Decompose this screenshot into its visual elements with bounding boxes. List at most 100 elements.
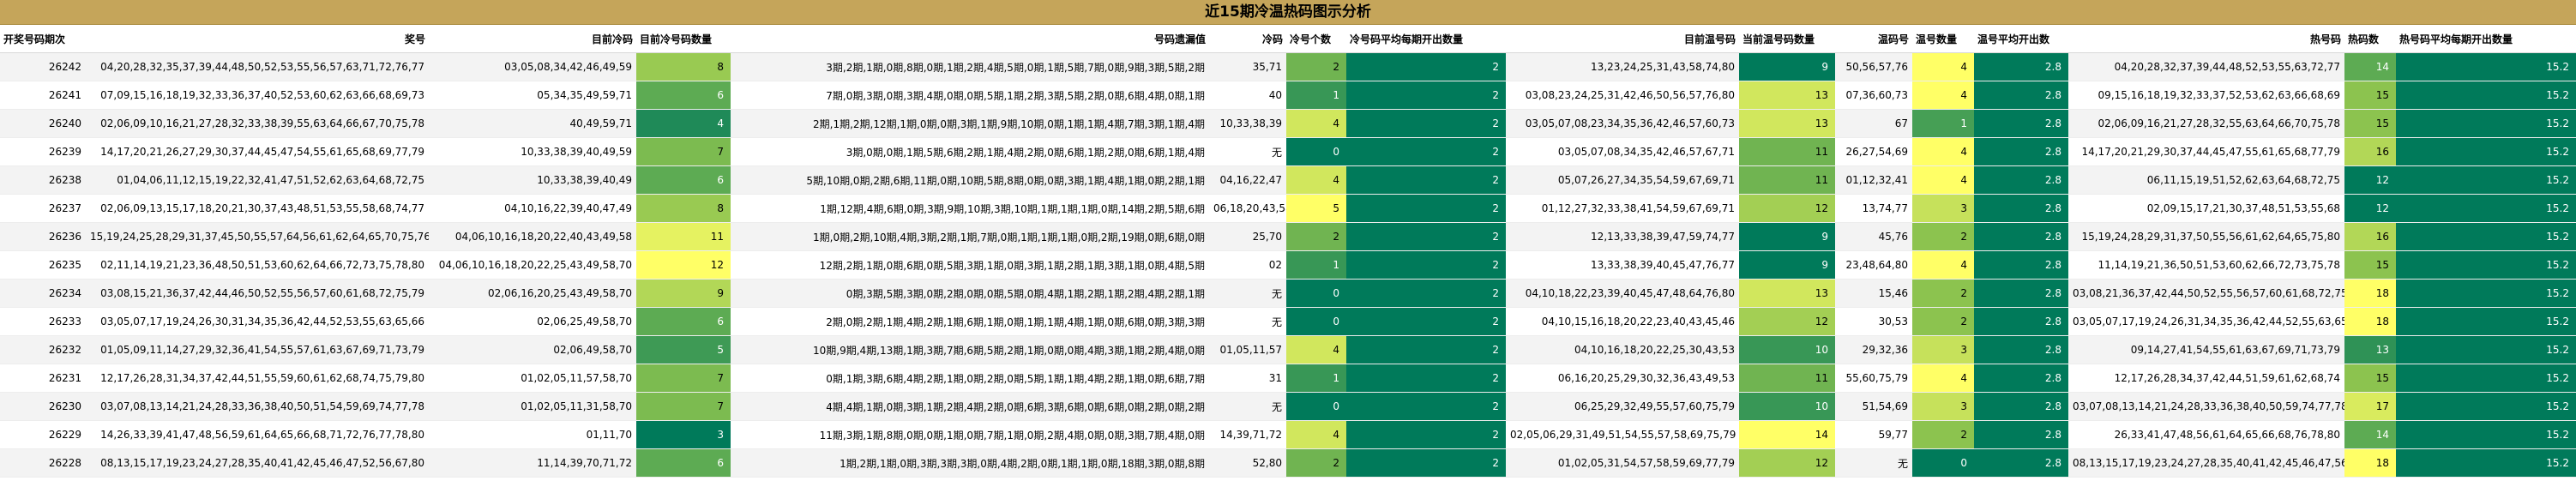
cell-hot-count: 12	[2344, 194, 2396, 223]
table-row[interactable]: 26236 15,19,24,25,28,29,31,37,45,50,55,57…	[0, 222, 2576, 251]
cell-cold-code: 无	[1209, 307, 1286, 336]
cell-warm-avg: 2.8	[1974, 364, 2068, 393]
cell-hot: 14,17,20,21,29,30,37,44,45,47,55,61,65,6…	[2068, 137, 2344, 166]
cell-cold-count: 7	[636, 137, 731, 166]
cell-warm: 05,07,26,27,34,35,54,59,67,69,71	[1506, 165, 1739, 195]
cell-warm-count: 9	[1739, 250, 1835, 280]
cell-cold: 40,49,59,71	[429, 109, 636, 138]
table-row[interactable]: 26233 03,05,07,17,19,24,26,30,31,34,35,36…	[0, 307, 2576, 336]
cell-cold-num: 4	[1286, 420, 1346, 449]
header-cold-code[interactable]: 冷码	[1209, 25, 1286, 53]
table-row[interactable]: 26239 14,17,20,21,26,27,29,30,37,44,45,47…	[0, 137, 2576, 166]
cell-cold: 04,06,10,16,18,20,22,25,43,49,58,70	[429, 250, 636, 280]
cell-warm-num: 2	[1912, 222, 1974, 251]
cell-warm-code: 13,74,77	[1835, 194, 1912, 223]
cell-hot: 06,11,15,19,51,52,62,63,64,68,72,75	[2068, 165, 2344, 195]
table-row[interactable]: 26231 12,17,26,28,31,34,37,42,44,51,55,59…	[0, 364, 2576, 393]
cell-warm-count: 9	[1739, 222, 1835, 251]
table-row[interactable]: 26228 08,13,15,17,19,23,24,27,28,35,40,41…	[0, 448, 2576, 478]
cell-cold-avg: 2	[1346, 194, 1506, 223]
cell-warm-num: 2	[1912, 420, 1974, 449]
cell-omission: 3期,0期,0期,1期,5期,6期,2期,1期,4期,2期,0期,6期,1期,2…	[731, 137, 1209, 166]
cell-warm-code: 15,46	[1835, 279, 1912, 308]
cell-warm-count: 12	[1739, 307, 1835, 336]
cell-hot: 09,15,16,18,19,32,33,37,52,53,62,63,66,6…	[2068, 81, 2344, 110]
cell-cold: 10,33,38,39,40,49,59	[429, 137, 636, 166]
cell-warm-avg: 2.8	[1974, 335, 2068, 364]
header-hot[interactable]: 热号码	[2068, 25, 2344, 53]
header-cold[interactable]: 目前冷码	[429, 25, 636, 53]
cell-hot-count: 16	[2344, 222, 2396, 251]
cell-cold-code: 25,70	[1209, 222, 1286, 251]
header-cold-count[interactable]: 目前冷号码数量	[636, 25, 731, 53]
cell-warm-code: 26,27,54,69	[1835, 137, 1912, 166]
cell-warm-count: 11	[1739, 165, 1835, 195]
cell-cold-num: 0	[1286, 279, 1346, 308]
cell-warm-avg: 2.8	[1974, 222, 2068, 251]
cell-omission: 0期,3期,5期,3期,0期,2期,0期,0期,5期,0期,4期,1期,2期,1…	[731, 279, 1209, 308]
cell-hot-avg: 15.2	[2396, 109, 2576, 138]
cell-hot-avg: 15.2	[2396, 279, 2576, 308]
cell-hot-avg: 15.2	[2396, 194, 2576, 223]
cell-cold-avg: 2	[1346, 137, 1506, 166]
cell-cold: 11,14,39,70,71,72	[429, 448, 636, 478]
header-warm-code[interactable]: 温码号	[1835, 25, 1912, 53]
cell-cold-count: 8	[636, 194, 731, 223]
table-row[interactable]: 26241 07,09,15,16,18,19,32,33,36,37,40,52…	[0, 81, 2576, 110]
cell-omission: 1期,2期,1期,0期,3期,3期,3期,0期,4期,2期,0期,1期,1期,0…	[731, 448, 1209, 478]
table-row[interactable]: 26232 01,05,09,11,14,27,29,32,36,41,54,55…	[0, 335, 2576, 364]
cell-hot: 03,08,21,36,37,42,44,50,52,55,56,57,60,6…	[2068, 279, 2344, 308]
header-warm-num[interactable]: 温号数量	[1912, 25, 1974, 53]
header-cold-num[interactable]: 冷号个数	[1286, 25, 1346, 53]
cell-hot: 11,14,19,21,36,50,51,53,60,62,66,72,73,7…	[2068, 250, 2344, 280]
cell-period: 26228	[0, 448, 86, 478]
cell-warm-avg: 2.8	[1974, 392, 2068, 421]
cell-cold-num: 5	[1286, 194, 1346, 223]
table-row[interactable]: 26237 02,06,09,13,15,17,18,20,21,30,37,43…	[0, 194, 2576, 223]
cell-hot-count: 12	[2344, 165, 2396, 195]
cell-warm: 06,25,29,32,49,55,57,60,75,79	[1506, 392, 1739, 421]
cell-omission: 5期,10期,0期,2期,6期,11期,0期,10期,5期,8期,0期,0期,3…	[731, 165, 1209, 195]
cell-period: 26241	[0, 81, 86, 110]
table-row[interactable]: 26242 04,20,28,32,35,37,39,44,48,50,52,53…	[0, 52, 2576, 81]
cell-hot-count: 13	[2344, 335, 2396, 364]
cell-cold-code: 04,16,22,47	[1209, 165, 1286, 195]
header-warm[interactable]: 目前温号码	[1506, 25, 1739, 53]
header-warm-avg[interactable]: 温号平均开出数	[1974, 25, 2068, 53]
cell-hot: 02,06,09,16,21,27,28,32,55,63,64,66,70,7…	[2068, 109, 2344, 138]
header-cold-avg[interactable]: 冷号码平均每期开出数量	[1346, 25, 1506, 53]
cell-cold-avg: 2	[1346, 420, 1506, 449]
header-numbers[interactable]: 奖号	[86, 25, 429, 53]
cell-cold-avg: 2	[1346, 250, 1506, 280]
cell-numbers: 08,13,15,17,19,23,24,27,28,35,40,41,42,4…	[86, 448, 429, 478]
cell-cold-count: 12	[636, 250, 731, 280]
cell-warm-code: 30,53	[1835, 307, 1912, 336]
table-row[interactable]: 26240 02,06,09,10,16,21,27,28,32,33,38,39…	[0, 109, 2576, 138]
cell-hot-count: 18	[2344, 307, 2396, 336]
table-row[interactable]: 26235 02,11,14,19,21,23,36,48,50,51,53,60…	[0, 250, 2576, 280]
cell-omission: 11期,3期,1期,8期,0期,0期,1期,0期,7期,1期,0期,2期,4期,…	[731, 420, 1209, 449]
cell-warm: 04,10,15,16,18,20,22,23,40,43,45,46	[1506, 307, 1739, 336]
table-row[interactable]: 26238 01,04,06,11,12,15,19,22,32,41,47,51…	[0, 165, 2576, 195]
cell-numbers: 01,04,06,11,12,15,19,22,32,41,47,51,52,6…	[86, 165, 429, 195]
cell-hot-count: 15	[2344, 109, 2396, 138]
cell-warm-num: 3	[1912, 392, 1974, 421]
header-hot-count[interactable]: 热码数	[2344, 25, 2396, 53]
cell-cold-count: 6	[636, 307, 731, 336]
cell-warm-count: 9	[1739, 52, 1835, 81]
cell-cold-num: 0	[1286, 392, 1346, 421]
cell-warm-num: 3	[1912, 194, 1974, 223]
cell-hot-avg: 15.2	[2396, 137, 2576, 166]
table-row[interactable]: 26229 14,26,33,39,41,47,48,56,59,61,64,65…	[0, 420, 2576, 449]
header-hot-avg[interactable]: 热号码平均每期开出数量	[2396, 25, 2576, 53]
header-period[interactable]: 开奖号码期次	[0, 25, 86, 53]
cell-numbers: 07,09,15,16,18,19,32,33,36,37,40,52,53,6…	[86, 81, 429, 110]
header-omission[interactable]: 号码遗漏值	[731, 25, 1209, 53]
table-row[interactable]: 26230 03,07,08,13,14,21,24,28,33,36,38,40…	[0, 392, 2576, 421]
cell-warm-num: 4	[1912, 137, 1974, 166]
cell-cold: 02,06,49,58,70	[429, 335, 636, 364]
cell-omission: 12期,2期,1期,0期,6期,0期,5期,3期,1期,0期,3期,1期,2期,…	[731, 250, 1209, 280]
header-warm-count[interactable]: 当前温号码数量	[1739, 25, 1835, 53]
cell-cold-num: 1	[1286, 250, 1346, 280]
table-row[interactable]: 26234 03,08,15,21,36,37,42,44,46,50,52,55…	[0, 279, 2576, 308]
